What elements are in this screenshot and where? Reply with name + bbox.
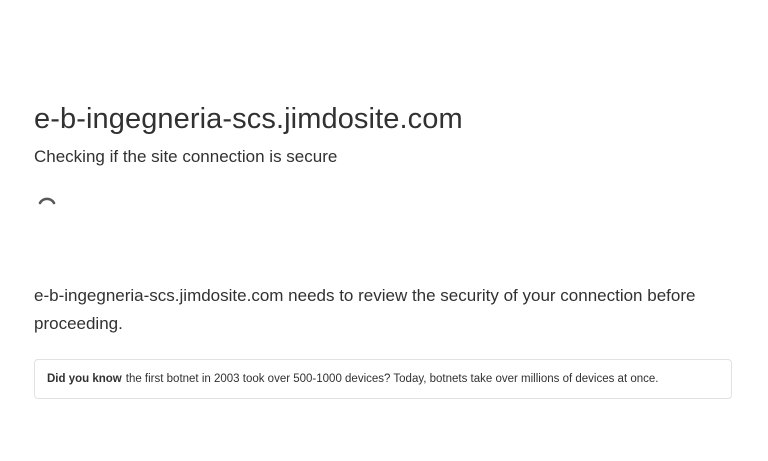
loading-spinner-icon bbox=[36, 194, 58, 216]
did-you-know-label: Did you know bbox=[47, 373, 122, 385]
site-title: e-b-ingegneria-scs.jimdosite.com bbox=[34, 103, 463, 135]
checking-status-text: Checking if the site connection is secur… bbox=[34, 147, 338, 166]
did-you-know-text: the first botnet in 2003 took over 500-1… bbox=[125, 373, 659, 385]
did-you-know-box: Did you know the first botnet in 2003 to… bbox=[34, 359, 732, 399]
security-review-text: e-b-ingegneria-scs.jimdosite.com needs t… bbox=[34, 286, 696, 333]
